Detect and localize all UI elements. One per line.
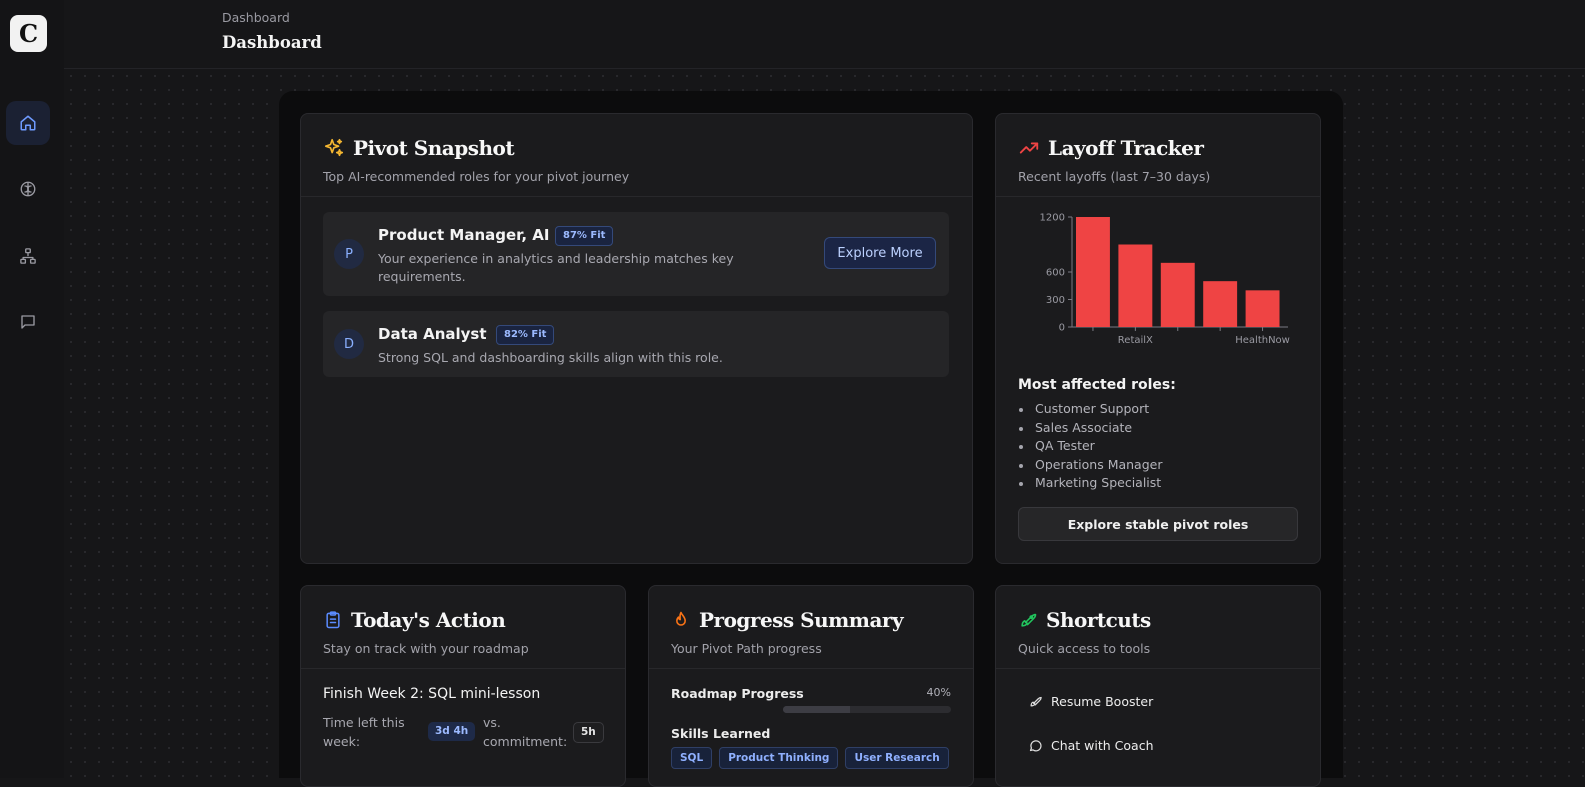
x-tick-label: HealthNow	[1235, 335, 1290, 346]
roadmap-progress-percent: 40%	[926, 686, 951, 699]
role-description: Strong SQL and dashboarding skills align…	[378, 350, 723, 365]
task-title: Finish Week 2: SQL mini-lesson	[323, 686, 541, 702]
bar-3	[1203, 281, 1238, 327]
card-title: Layoff Tracker	[1018, 136, 1204, 160]
skill-chip: Product Thinking	[719, 747, 839, 769]
todays-action-card: Today's Action Stay on track with your r…	[300, 585, 626, 787]
logo-letter: C	[18, 18, 39, 48]
role-name: Data Analyst	[378, 325, 487, 343]
y-tick-label: 0	[1059, 323, 1065, 334]
card-subtitle: Stay on track with your roadmap	[323, 641, 529, 656]
card-header: Layoff Tracker Recent layoffs (last 7–30…	[996, 114, 1320, 197]
roadmap-progress-label: Roadmap Progress	[671, 686, 804, 701]
pivot-snapshot-card: Pivot Snapshot Top AI-recommended roles …	[300, 113, 973, 564]
card-subtitle: Quick access to tools	[1018, 641, 1151, 656]
most-affected-title: Most affected roles:	[1018, 377, 1176, 393]
shortcut-chat-with-coach[interactable]: Chat with Coach	[1018, 731, 1154, 759]
chat-icon	[21, 315, 35, 329]
list-item: Operations Manager	[1018, 456, 1162, 475]
fit-badge: 87% Fit	[555, 226, 614, 246]
skill-chip: User Research	[845, 747, 949, 769]
y-tick-label: 300	[1046, 295, 1065, 306]
app-logo[interactable]: C	[10, 15, 47, 52]
time-left-badge: 3d 4h	[428, 722, 476, 741]
top-bar: Dashboard Dashboard	[64, 0, 1585, 69]
fit-badge: 82% Fit	[496, 325, 555, 345]
most-affected-list: Customer Support Sales Associate QA Test…	[1018, 400, 1162, 493]
explore-stable-roles-button[interactable]: Explore stable pivot roles	[1018, 507, 1298, 541]
rocket-icon	[1021, 613, 1037, 627]
skills-learned-label: Skills Learned	[671, 726, 771, 741]
role-name: Product Manager, AI	[378, 226, 550, 244]
progress-summary-card: Progress Summary Your Pivot Path progres…	[648, 585, 974, 787]
sidebar-item-messages[interactable]	[6, 300, 50, 344]
card-subtitle: Recent layoffs (last 7–30 days)	[1018, 169, 1211, 184]
card-subtitle: Your Pivot Path progress	[671, 641, 822, 656]
y-tick-label: 600	[1046, 268, 1065, 279]
vs-label: vs. commitment:	[483, 715, 568, 749]
shortcuts-card: Shortcuts Quick access to tools Resume B…	[995, 585, 1321, 787]
clipboard-icon	[326, 611, 340, 629]
card-header: Today's Action Stay on track with your r…	[301, 586, 625, 669]
avatar: P	[334, 239, 364, 269]
roadmap-progress-bar	[783, 706, 951, 713]
role-description: Your experience in analytics and leaders…	[378, 251, 734, 284]
card-title: Today's Action	[323, 608, 506, 632]
sidebar-item-network[interactable]	[6, 234, 50, 278]
time-left-label: Time left this week:	[323, 715, 405, 749]
card-header: Progress Summary Your Pivot Path progres…	[649, 586, 973, 669]
org-chart-icon	[20, 248, 36, 264]
breadcrumb[interactable]: Dashboard	[222, 10, 290, 25]
sidebar-item-home[interactable]	[6, 101, 50, 145]
card-header: Pivot Snapshot Top AI-recommended roles …	[301, 114, 972, 197]
sidebar: C	[0, 0, 65, 778]
list-item: QA Tester	[1018, 437, 1162, 456]
bar-1	[1118, 244, 1153, 327]
bar-4	[1245, 290, 1280, 327]
rocket-icon	[1030, 696, 1042, 706]
layoff-chart-svg: 0 300 600 1200 RetailX HealthNow	[1040, 213, 1290, 347]
trending-up-icon	[1019, 142, 1039, 154]
card-header: Shortcuts Quick access to tools	[996, 586, 1320, 669]
role-card-product-manager[interactable]: P Product Manager, AI 87% Fit Your exper…	[323, 212, 949, 296]
x-tick-label: RetailX	[1118, 335, 1153, 346]
list-item: Customer Support	[1018, 400, 1162, 419]
progress-fill	[783, 706, 851, 713]
sparkles-icon	[324, 138, 344, 157]
page-title: Dashboard	[222, 33, 322, 52]
avatar: D	[334, 329, 364, 359]
layoff-tracker-card: Layoff Tracker Recent layoffs (last 7–30…	[995, 113, 1321, 564]
list-item: Sales Associate	[1018, 419, 1162, 438]
dashboard-frame: Pivot Snapshot Top AI-recommended roles …	[279, 91, 1343, 787]
sidebar-item-brain[interactable]	[6, 167, 50, 211]
layoff-bar-chart: 0 300 600 1200 RetailX HealthNow	[1014, 211, 1304, 361]
role-card-data-analyst[interactable]: D Data Analyst 82% Fit Strong SQL and da…	[323, 311, 949, 377]
chat-bubble-icon	[1029, 739, 1042, 751]
card-subtitle: Top AI-recommended roles for your pivot …	[323, 169, 630, 184]
explore-more-button[interactable]: Explore More	[824, 237, 936, 269]
card-title: Progress Summary	[671, 608, 904, 632]
skill-chip: SQL	[671, 747, 713, 769]
home-icon	[20, 115, 36, 131]
card-title: Shortcuts	[1018, 608, 1151, 632]
card-title: Pivot Snapshot	[323, 136, 515, 160]
flame-icon	[676, 611, 686, 626]
brain-icon	[20, 181, 36, 197]
list-item: Marketing Specialist	[1018, 474, 1162, 493]
commitment-badge: 5h	[573, 722, 604, 743]
y-tick-label: 1200	[1040, 213, 1065, 224]
bar-0	[1076, 217, 1110, 327]
skill-chips: SQL Product Thinking User Research	[671, 747, 949, 769]
bar-2	[1160, 262, 1195, 327]
shortcut-resume-booster[interactable]: Resume Booster	[1018, 687, 1153, 715]
